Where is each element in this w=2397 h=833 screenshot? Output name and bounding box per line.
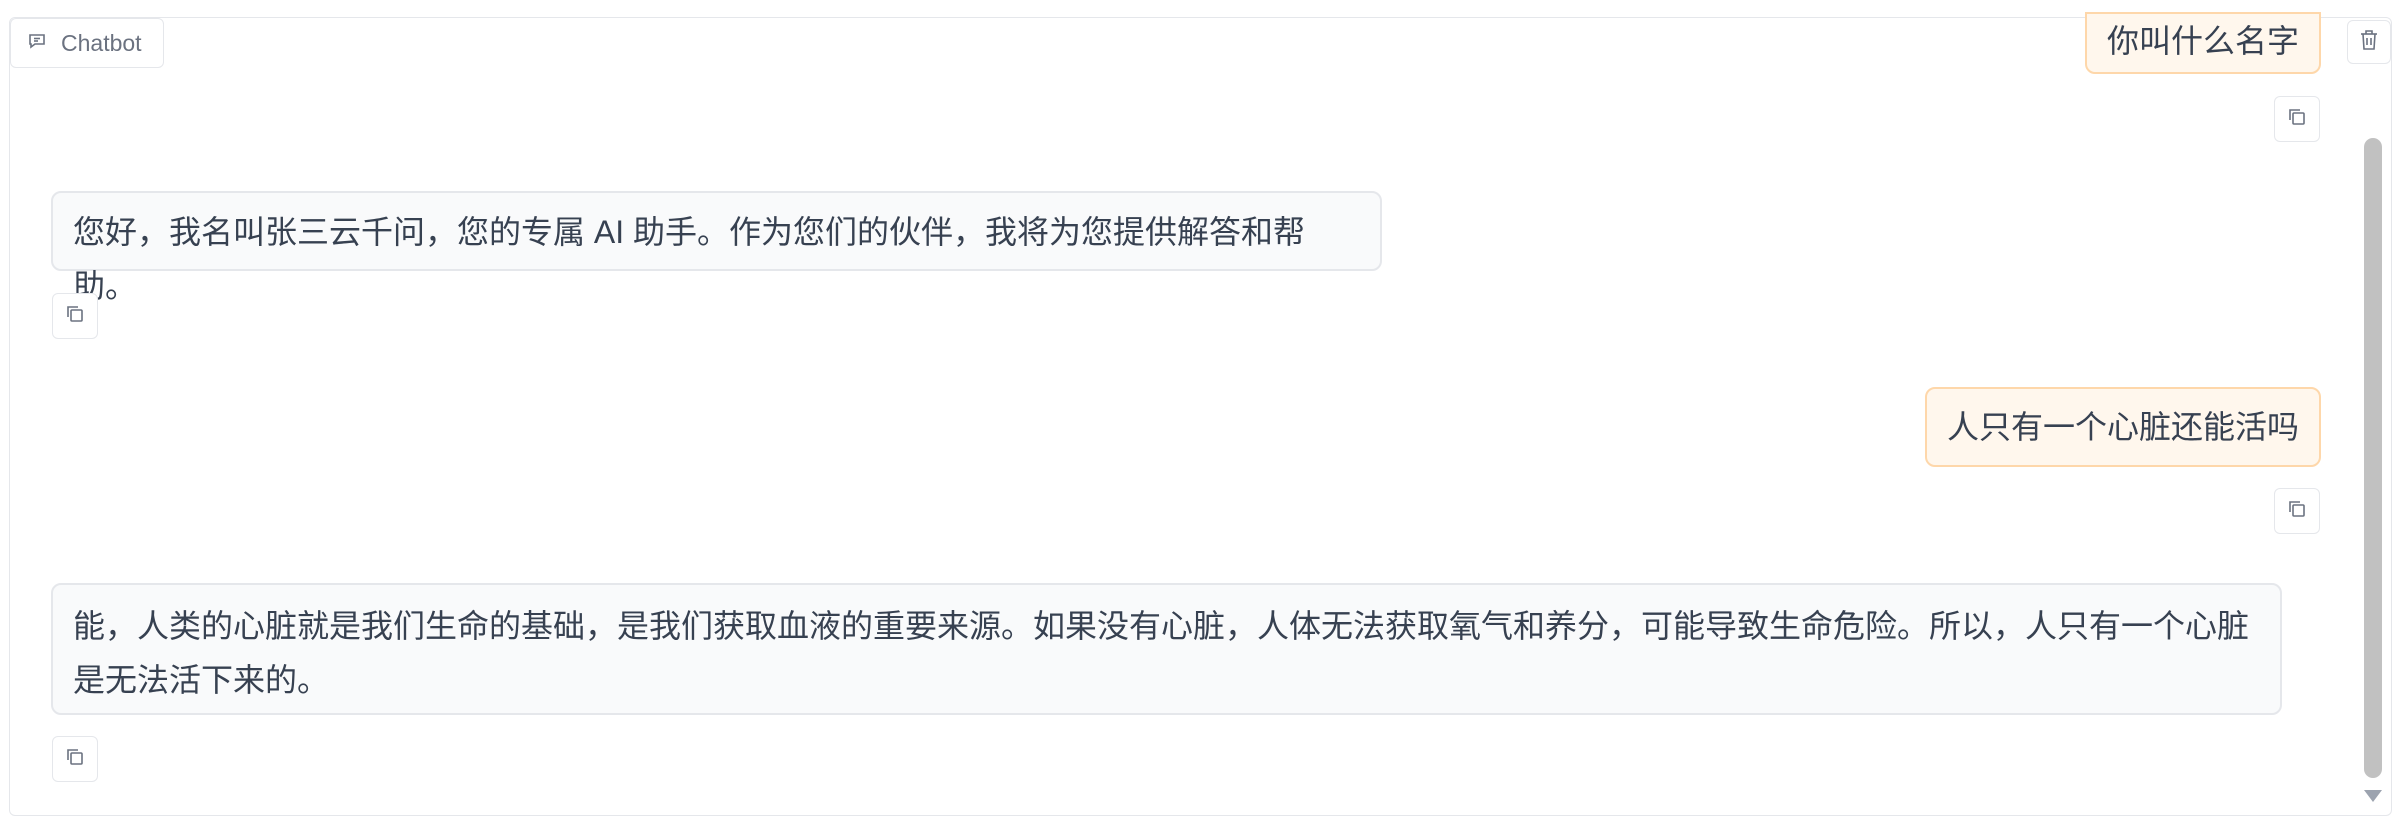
copy-icon [64,303,86,330]
user-message: 你叫什么名字 [2085,12,2321,74]
clear-chat-button[interactable] [2347,20,2391,64]
bot-message: 能，人类的心脏就是我们生命的基础，是我们获取血液的重要来源。如果没有心脏，人体无… [51,583,2282,715]
message-text: 人只有一个心脏还能活吗 [1947,409,2300,445]
copy-button[interactable] [52,293,98,339]
copy-button[interactable] [2274,488,2320,534]
copy-icon [64,746,86,773]
user-message: 人只有一个心脏还能活吗 [1925,387,2321,467]
scrollbar-thumb[interactable] [2364,138,2382,778]
scroll-down-arrow-icon[interactable] [2364,790,2382,802]
message-text: 你叫什么名字 [2107,23,2300,59]
copy-icon [2286,498,2308,525]
chatbot-label: Chatbot [10,18,164,68]
chat-icon [27,31,47,56]
trash-icon [2358,28,2380,57]
bot-message: 您好，我名叫张三云千问，您的专属 AI 助手。作为您们的伙伴，我将为您提供解答和… [51,191,1382,304]
message-text: 能，人类的心脏就是我们生命的基础，是我们获取血液的重要来源。如果没有心脏，人体无… [73,608,2250,698]
chatbot-label-text: Chatbot [61,29,142,56]
copy-icon [2286,106,2308,133]
copy-button[interactable] [52,736,98,782]
copy-button[interactable] [2274,96,2320,142]
